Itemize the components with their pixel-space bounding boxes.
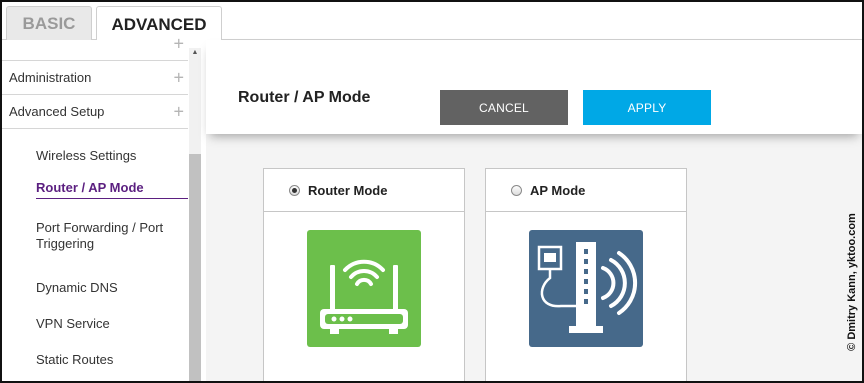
router-mode-radio[interactable] [289,184,300,196]
scroll-up-arrow-icon[interactable]: ▲ [189,48,201,58]
apply-button[interactable]: APPLY [583,90,711,125]
ap-mode-option[interactable]: AP Mode [486,169,686,212]
sidebar-subitem-dynamic-dns[interactable]: Dynamic DNS [36,280,188,296]
sidebar: + Administration + Advanced Setup + Wire… [2,34,202,381]
sidebar-subitem-static-routes[interactable]: Static Routes [36,352,188,368]
app-frame: BASIC ADVANCED + Administration + Advanc… [0,0,864,383]
watermark-text: © Dmitry Kann, yktoo.com [846,213,858,351]
expand-plus-icon: + [173,101,184,121]
sidebar-item-partial[interactable]: + [2,34,188,61]
page-header: Router / AP Mode CANCEL APPLY [206,40,862,134]
tab-advanced[interactable]: ADVANCED [96,6,222,42]
sidebar-item-label: Administration [9,70,92,85]
page-title: Router / AP Mode [238,89,371,106]
ap-mode-label: AP Mode [530,182,586,198]
sidebar-subitem-vpn-service[interactable]: VPN Service [36,316,188,332]
sidebar-subitem-router-ap-mode[interactable]: Router / AP Mode [36,180,188,199]
tab-basic[interactable]: BASIC [6,6,92,41]
sidebar-subitem-wireless-settings[interactable]: Wireless Settings [36,148,188,164]
sidebar-subitem-port-forwarding[interactable]: Port Forwarding / Port Triggering [36,220,188,252]
tab-bar: BASIC ADVANCED [2,2,862,42]
access-point-icon [529,230,643,347]
cancel-button[interactable]: CANCEL [440,90,568,125]
main-panel: Router / AP Mode CANCEL APPLY Router Mod… [206,40,862,381]
router-mode-option[interactable]: Router Mode [264,169,464,212]
router-mode-card[interactable]: Router Mode [263,168,465,381]
ap-mode-radio[interactable] [511,184,522,196]
sidebar-item-advanced-setup[interactable]: Advanced Setup + [2,95,188,129]
expand-plus-icon: + [173,67,184,87]
sidebar-item-administration[interactable]: Administration + [2,61,188,95]
router-mode-label: Router Mode [308,182,388,198]
expand-plus-icon: + [173,33,184,54]
ap-mode-card[interactable]: AP Mode [485,168,687,381]
sidebar-scrollbar-thumb[interactable] [189,154,201,381]
wifi-router-icon [307,230,421,347]
copyright-watermark: © Dmitry Kann, yktoo.com [845,182,859,381]
sidebar-item-label: Advanced Setup [9,104,105,119]
